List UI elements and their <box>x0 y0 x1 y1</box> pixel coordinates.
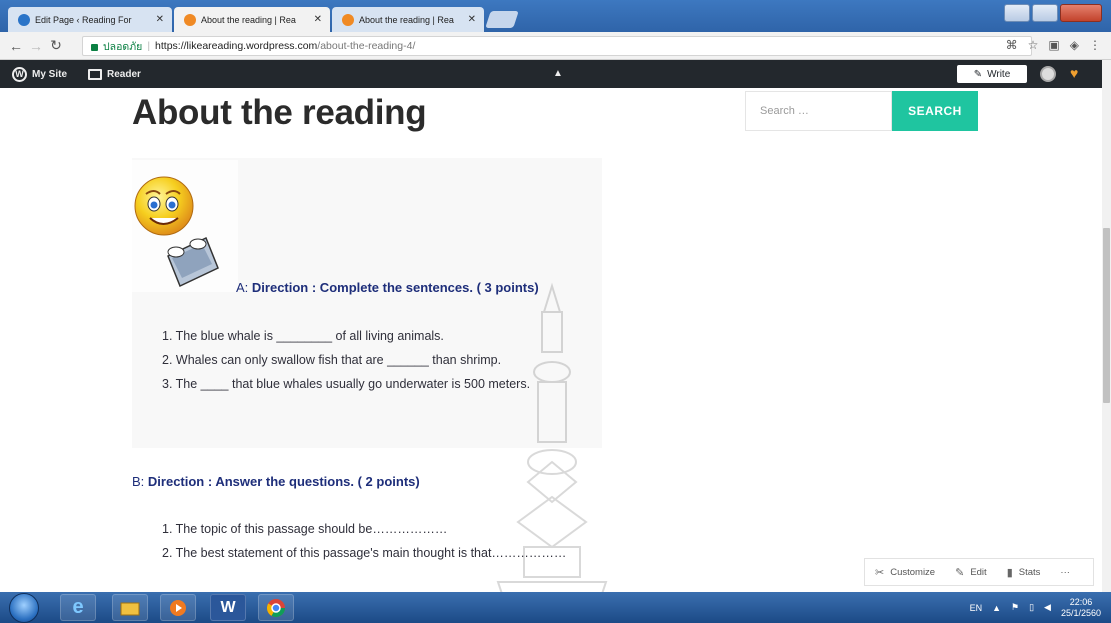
tab-about-reading-active[interactable]: About the reading | Rea ✕ <box>174 7 330 32</box>
wp-admin-bar: W My Site Reader ▲ ✎ Write ♥ <box>0 60 1102 88</box>
reader-menu[interactable]: Reader <box>88 60 141 88</box>
write-label: Write <box>987 68 1011 80</box>
pencil-icon: ✎ <box>973 68 983 80</box>
back-arrow-icon[interactable]: ← <box>6 38 26 54</box>
customize-icon: ✂ <box>875 566 885 579</box>
word-icon[interactable]: W <box>210 594 246 621</box>
edit-pencil-icon: ✎ <box>955 566 965 579</box>
avatar[interactable] <box>1040 66 1056 82</box>
tab-title: About the reading | Rea <box>201 14 296 25</box>
clock-date: 25/1/2560 <box>1060 607 1101 618</box>
edit-link[interactable]: Edit <box>970 567 986 578</box>
extension-leaf-icon[interactable]: ◈ <box>1070 38 1079 52</box>
customize-link[interactable]: Customize <box>890 567 935 578</box>
minimize-button[interactable] <box>1004 4 1030 22</box>
internet-explorer-icon[interactable]: e <box>60 594 96 621</box>
url-separator: | <box>147 40 151 52</box>
windows-taskbar: e W EN ▲ ⚑ ▯ ◀ 22:06 25/1/2560 <box>0 592 1111 623</box>
stats-link[interactable]: Stats <box>1019 567 1041 578</box>
section-b-direction: Direction : Answer the questions. ( 2 po… <box>147 474 420 489</box>
collapse-icon[interactable]: ▲ <box>553 68 563 79</box>
reader-label: Reader <box>107 68 141 80</box>
section-a-prefix: A: <box>236 280 252 295</box>
close-tab-icon[interactable]: ✕ <box>314 14 322 25</box>
section-b-prefix: B: <box>132 474 148 489</box>
volume-icon[interactable]: ◀ <box>1044 602 1051 613</box>
search-input[interactable] <box>745 91 892 131</box>
watermark-emblem <box>496 282 608 613</box>
lock-icon <box>91 43 98 51</box>
scrollbar-thumb[interactable] <box>1103 228 1110 403</box>
browser-toolbar-icons: ⌘ ☆ ▣ ◈ ⋮ <box>1006 38 1101 52</box>
url-path: /about-the-reading-4/ <box>317 40 416 52</box>
start-button[interactable] <box>9 593 39 623</box>
tab-edit-page[interactable]: Edit Page ‹ Reading For ✕ <box>8 7 172 32</box>
my-site-label: My Site <box>32 68 68 80</box>
maximize-button[interactable] <box>1032 4 1058 22</box>
close-tab-icon[interactable]: ✕ <box>468 14 476 25</box>
list-item: 1. The blue whale is ________ of all liv… <box>162 329 444 343</box>
list-item: 3. The ____ that blue whales usually go … <box>162 377 531 391</box>
extension-icon[interactable]: ▣ <box>1048 38 1059 52</box>
reader-icon <box>88 68 102 80</box>
list-item: 2. Whales can only swallow fish that are… <box>162 353 502 367</box>
scrollbar[interactable] <box>1102 60 1111 592</box>
write-button[interactable]: ✎ Write <box>957 65 1027 83</box>
my-site-menu[interactable]: W My Site <box>12 60 67 88</box>
tab-about-reading[interactable]: About the reading | Rea ✕ <box>332 7 484 32</box>
clock[interactable]: 22:06 25/1/2560 <box>1061 597 1101 619</box>
wordpress-logo-icon: W <box>12 66 27 82</box>
system-tray: EN ▲ ⚑ ▯ ◀ 22:06 25/1/2560 <box>970 592 1101 623</box>
forward-arrow-icon[interactable]: → <box>26 38 46 54</box>
battery-icon[interactable]: ▯ <box>1029 602 1034 613</box>
window-close-button[interactable] <box>1060 4 1102 22</box>
file-explorer-icon[interactable] <box>112 594 148 621</box>
address-bar: ← → ↻ ปลอดภัย | https://likeareading.wor… <box>0 32 1111 60</box>
url-field[interactable]: ปลอดภัย | https://likeareading.wordpress… <box>82 36 1032 56</box>
more-options-button[interactable]: ··· <box>1060 567 1070 578</box>
translate-icon[interactable]: ⌘ <box>1006 38 1018 52</box>
wordpress-favicon-icon <box>18 13 30 26</box>
chrome-icon[interactable] <box>258 594 294 621</box>
tab-title: Edit Page ‹ Reading For <box>35 14 132 25</box>
show-hidden-icons-icon[interactable]: ▲ <box>992 603 1001 613</box>
url-host: https://likeareading.wordpress.com <box>155 40 318 52</box>
site-favicon-icon <box>342 13 354 26</box>
site-favicon-icon <box>184 13 196 26</box>
menu-kebab-icon[interactable]: ⋮ <box>1089 38 1101 52</box>
new-tab-button[interactable] <box>485 11 519 28</box>
stats-icon: ▮ <box>1006 566 1013 579</box>
secure-label: ปลอดภัย <box>103 40 143 53</box>
smiley-laptop-image <box>132 160 238 292</box>
smiley-laptop-icon <box>134 176 219 288</box>
search-button[interactable]: SEARCH <box>892 91 978 131</box>
clock-time: 22:06 <box>1069 596 1093 607</box>
tab-title: About the reading | Rea <box>359 14 454 25</box>
reload-icon[interactable]: ↻ <box>46 37 66 54</box>
close-tab-icon[interactable]: ✕ <box>156 14 164 25</box>
media-player-icon[interactable] <box>160 594 196 621</box>
page-title: About the reading <box>132 93 427 132</box>
customize-bar: ✂ Customize ✎ Edit ▮ Stats ··· <box>864 558 1094 586</box>
section-b-heading: B: Direction : Answer the questions. ( 2… <box>132 474 420 489</box>
section-a-list: 1. The blue whale is ________ of all liv… <box>162 324 530 396</box>
bookmark-star-icon[interactable]: ☆ <box>1028 38 1039 52</box>
browser-tab-strip: Edit Page ‹ Reading For ✕ About the read… <box>0 0 1111 32</box>
language-indicator[interactable]: EN <box>970 603 983 613</box>
action-center-flag-icon[interactable]: ⚑ <box>1011 602 1019 613</box>
notifications-icon[interactable]: ♥ <box>1070 65 1078 81</box>
